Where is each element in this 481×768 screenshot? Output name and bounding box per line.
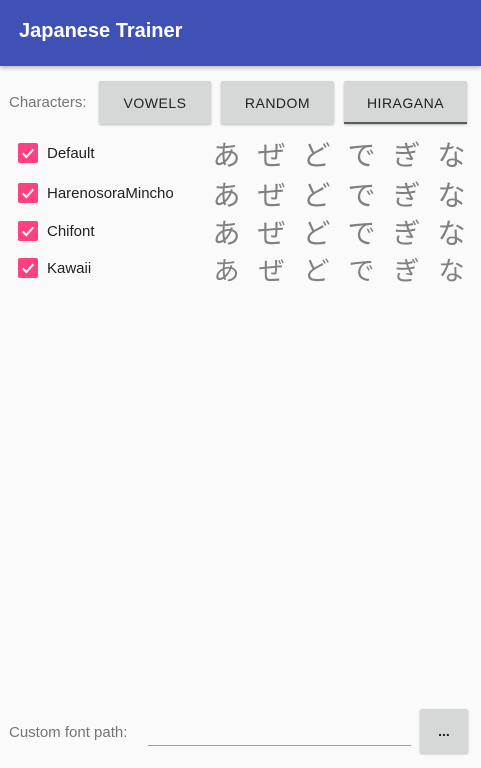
check-icon <box>21 188 35 199</box>
preview-char: あ <box>212 217 241 250</box>
preview-char: ぎ <box>392 217 421 250</box>
preview-char: で <box>348 256 375 287</box>
font-checkbox-kawaii[interactable] <box>18 258 38 278</box>
preview-char: あ <box>212 179 241 212</box>
preview-char: な <box>437 139 466 172</box>
app-title: Japanese Trainer <box>19 20 183 42</box>
font-preview: あ ぜ ど で ぎ な <box>204 213 474 251</box>
preview-char: ぎ <box>392 139 421 172</box>
check-icon <box>21 263 35 274</box>
preview-char: ぎ <box>393 256 420 287</box>
preview-char: あ <box>213 256 240 287</box>
preview-char: ぜ <box>257 139 286 172</box>
font-preview: あ ぜ ど で ぎ な <box>204 250 474 288</box>
preview-char: あ <box>212 139 241 172</box>
font-name-label: Chifont <box>47 223 95 240</box>
preview-char: ぜ <box>257 179 286 212</box>
preview-char: ど <box>303 256 330 287</box>
check-icon <box>21 148 35 159</box>
preview-char: な <box>437 179 466 212</box>
browse-button[interactable]: ... <box>420 709 468 753</box>
font-row-chifont: Chifont あ ぜ ど で ぎ な <box>0 213 481 251</box>
font-preview: あ ぜ ど で ぎ な <box>204 135 474 173</box>
preview-char: ど <box>302 217 331 250</box>
custom-font-path-input[interactable] <box>148 716 411 746</box>
random-button[interactable]: RANDOM <box>221 81 334 124</box>
preview-char: で <box>347 217 376 250</box>
check-icon <box>21 226 35 237</box>
font-name-label: HarenosoraMincho <box>47 185 174 202</box>
font-checkbox-default[interactable] <box>18 143 38 163</box>
preview-char: ど <box>302 179 331 212</box>
font-row-harenosora-mincho: HarenosoraMincho あ ぜ ど で ぎ な <box>0 175 481 213</box>
preview-char: ぜ <box>258 256 285 287</box>
preview-char: ぎ <box>392 179 421 212</box>
font-row-kawaii: Kawaii あ ぜ ど で ぎ な <box>0 250 481 288</box>
font-preview: あ ぜ ど で ぎ な <box>204 175 474 213</box>
font-checkbox-chifont[interactable] <box>18 221 38 241</box>
custom-font-path-label: Custom font path: <box>9 724 128 741</box>
app-bar: Japanese Trainer <box>0 0 481 66</box>
font-name-label: Kawaii <box>47 260 92 277</box>
preview-char: な <box>437 217 466 250</box>
font-row-default: Default あ ぜ ど で ぎ な <box>0 135 481 173</box>
characters-label: Characters: <box>9 94 87 111</box>
preview-char: で <box>347 139 376 172</box>
preview-char: ぜ <box>257 217 286 250</box>
preview-char: ど <box>302 139 331 172</box>
vowels-button[interactable]: VOWELS <box>99 81 211 124</box>
preview-char: な <box>438 256 465 287</box>
hiragana-button[interactable]: HIRAGANA <box>344 81 467 124</box>
font-checkbox-harenosora-mincho[interactable] <box>18 183 38 203</box>
font-name-label: Default <box>47 145 95 162</box>
preview-char: で <box>347 179 376 212</box>
